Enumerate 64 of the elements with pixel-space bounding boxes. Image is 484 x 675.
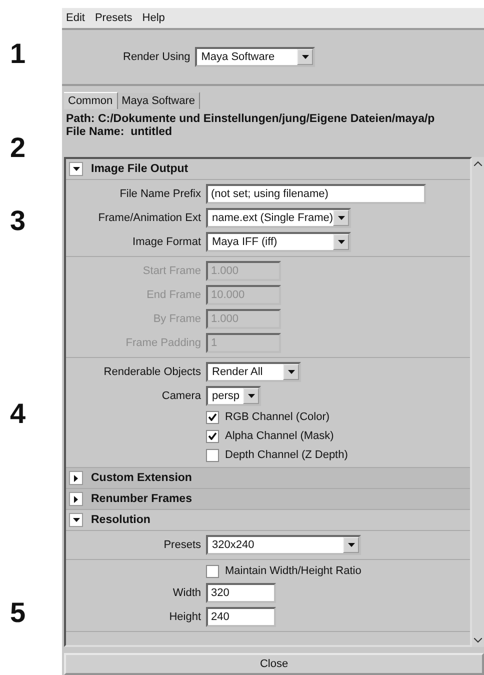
path-text: Path: C:/Dokumente und Einstellungen/jung/Eigene Dateien/maya/p	[66, 113, 436, 125]
callout-number: 4	[10, 398, 26, 430]
expand-toggle[interactable]	[69, 162, 83, 176]
field-label: Render Using	[123, 51, 190, 63]
triangle-right-icon	[74, 496, 78, 502]
caret-icon	[302, 55, 309, 59]
scrollbar[interactable]	[472, 157, 484, 647]
field-label: By Frame	[152, 312, 201, 324]
checkbox-label: Depth Channel (Z Depth)	[225, 449, 348, 461]
callout-number: 5	[10, 597, 26, 629]
input-field[interactable]: 320	[206, 582, 276, 602]
input-field[interactable]: 240	[206, 606, 276, 626]
caret-icon	[288, 370, 294, 374]
section-title: Custom Extension	[91, 472, 192, 484]
dropdown[interactable]: Maya IFF (iff)	[206, 232, 351, 252]
caret-icon	[338, 240, 344, 244]
field-label: Renderable Objects	[102, 366, 201, 378]
caret-icon	[248, 394, 254, 398]
field-label: Frame Padding	[124, 336, 201, 348]
file-name-text: File Name: untitled	[66, 126, 174, 138]
field-label: Start Frame	[142, 264, 201, 276]
chevron-down-icon[interactable]	[474, 638, 482, 643]
renderer-dropdown[interactable]: Maya Software	[195, 47, 316, 67]
dropdown[interactable]: Render All	[206, 362, 301, 382]
dropdown[interactable]: name.ext (Single Frame)	[206, 208, 351, 228]
field-label: Height	[168, 610, 201, 622]
checkbox-label: RGB Channel (Color)	[225, 411, 330, 423]
callout-number: 2	[10, 132, 26, 164]
field-label: Image Format	[132, 236, 201, 248]
input-field[interactable]: (not set; using filename)	[206, 184, 426, 204]
triangle-right-icon	[74, 474, 78, 482]
dropdown[interactable]: 320x240	[206, 534, 361, 554]
expand-toggle[interactable]	[69, 513, 83, 527]
section-title: Image File Output	[91, 163, 188, 175]
chevron-up-icon[interactable]	[474, 161, 482, 166]
callout-number: 1	[10, 38, 26, 70]
triangle-down-icon	[72, 167, 80, 171]
checkbox-label: Alpha Channel (Mask)	[225, 430, 334, 442]
menu-item[interactable]: Presets	[94, 12, 132, 24]
expand-toggle[interactable]	[69, 492, 83, 506]
dropdown[interactable]: persp	[206, 386, 261, 406]
expand-toggle[interactable]	[69, 471, 83, 485]
field-label: Width	[172, 586, 201, 598]
checkbox[interactable]	[206, 564, 219, 578]
section-title: Renumber Frames	[91, 493, 192, 505]
menu-item[interactable]: Help	[142, 12, 165, 24]
field-label: Presets	[162, 538, 201, 550]
field-label: Frame/Animation Ext	[97, 212, 201, 224]
checkbox[interactable]	[206, 410, 219, 424]
close-button[interactable]: Close	[64, 653, 484, 675]
checkbox[interactable]	[206, 448, 219, 462]
caret-icon	[348, 542, 354, 546]
field-label: End Frame	[146, 288, 201, 300]
field-label: Camera	[160, 390, 201, 402]
menu-item[interactable]: Edit	[66, 12, 85, 24]
callout-number: 3	[10, 205, 26, 237]
checkbox[interactable]	[206, 430, 219, 442]
checkbox-label: Maintain Width/Height Ratio	[225, 565, 362, 577]
tab[interactable]: Common	[64, 92, 118, 109]
field-label: File Name Prefix	[118, 188, 201, 200]
triangle-down-icon	[72, 518, 80, 522]
tab[interactable]: Maya Software	[118, 92, 200, 109]
section-title: Resolution	[91, 514, 150, 526]
caret-icon	[338, 216, 345, 220]
